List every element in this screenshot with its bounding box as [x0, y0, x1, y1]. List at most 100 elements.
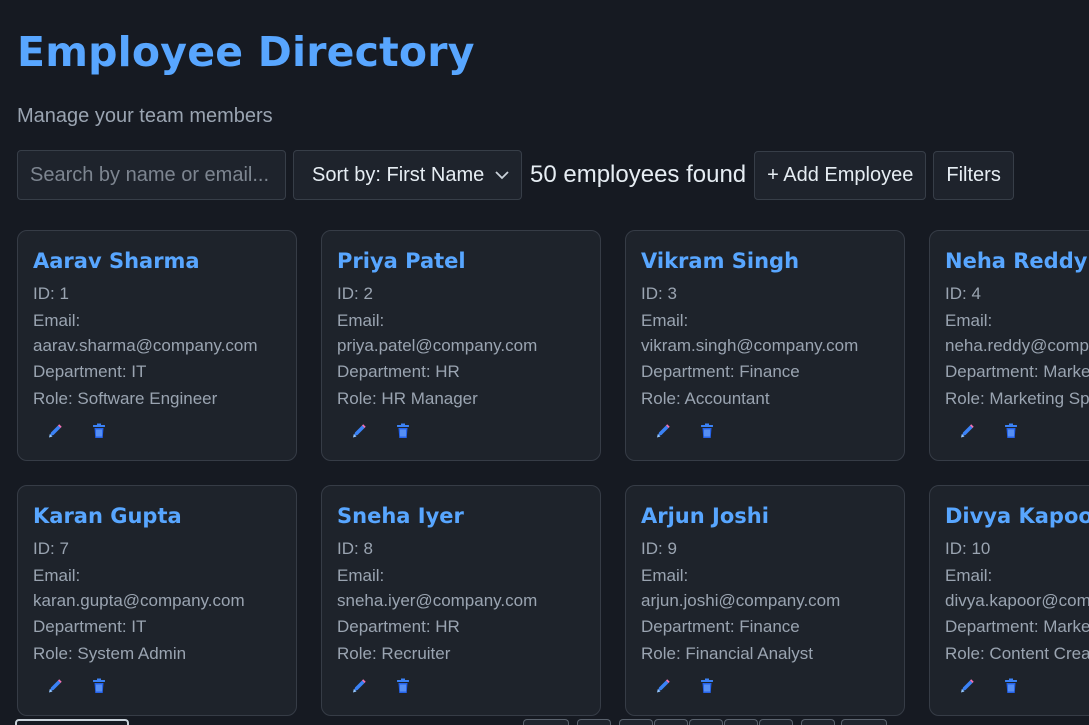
id-value: 8 — [363, 539, 373, 558]
department-value: IT — [131, 362, 147, 381]
pagination-button[interactable] — [523, 719, 569, 725]
role-label: Role: — [641, 644, 686, 663]
role-label: Role: — [33, 644, 78, 663]
employee-role: Role: Recruiter — [337, 640, 585, 667]
pagination-button[interactable] — [577, 719, 611, 725]
employee-name: Priya Patel — [337, 249, 466, 273]
card-actions — [945, 418, 1089, 448]
pagination-button[interactable] — [654, 719, 688, 725]
department-value: Finance — [739, 362, 800, 381]
add-employee-button[interactable]: + Add Employee — [754, 150, 927, 200]
pencil-icon — [47, 423, 63, 444]
card-actions — [337, 418, 585, 448]
page-subtitle: Manage your team members — [17, 105, 273, 127]
email-label: Email: — [33, 566, 81, 585]
sort-select-label: Sort by: First Name — [312, 163, 485, 186]
pagination-button[interactable] — [619, 719, 653, 725]
department-label: Department: — [33, 362, 132, 381]
employee-department: Department: Finance — [641, 358, 889, 385]
card-actions — [33, 673, 281, 703]
employee-id: ID: 8 — [337, 535, 585, 562]
role-label: Role: — [337, 644, 382, 663]
id-value: 10 — [971, 539, 991, 558]
toolbar: Sort by: First Name 50 employees found +… — [17, 150, 1014, 200]
edit-button[interactable] — [641, 418, 685, 448]
pagination-next-button[interactable] — [841, 719, 887, 725]
employee-id: ID: 3 — [641, 280, 889, 307]
employee-department: Department: Marketing — [945, 613, 1089, 640]
trash-icon — [92, 678, 106, 699]
employee-directory-page: Employee Directory Manage your team memb… — [0, 0, 1089, 725]
employee-role: Role: Software Engineer — [33, 385, 281, 412]
id-value: 3 — [667, 284, 677, 303]
edit-button[interactable] — [641, 673, 685, 703]
pagination-button[interactable] — [759, 719, 793, 725]
edit-button[interactable] — [33, 418, 77, 448]
id-value: 2 — [363, 284, 373, 303]
filters-button[interactable]: Filters — [933, 150, 1014, 200]
employee-email: aarav.sharma@company.com — [33, 336, 258, 355]
edit-button[interactable] — [945, 418, 989, 448]
email-label: Email: — [641, 566, 689, 585]
pencil-icon — [351, 678, 367, 699]
employee-email: divya.kapoor@company.com — [945, 591, 1089, 610]
department-value: Marketing — [1043, 362, 1089, 381]
pagination-button[interactable] — [801, 719, 835, 725]
role-label: Role: — [945, 644, 990, 663]
employee-name: Divya Kapoor — [945, 504, 1089, 528]
role-value: Recruiter — [381, 644, 451, 663]
email-label: Email: — [945, 566, 993, 585]
delete-button[interactable] — [381, 418, 425, 448]
employee-email: arjun.joshi@company.com — [641, 591, 841, 610]
department-label: Department: — [945, 362, 1044, 381]
employee-card: Karan Gupta ID: 7 Email: karan.gupta@compan… — [17, 485, 297, 716]
trash-icon — [1004, 423, 1018, 444]
id-value: 7 — [59, 539, 69, 558]
edit-button[interactable] — [945, 673, 989, 703]
search-input[interactable] — [17, 150, 286, 200]
trash-icon — [92, 423, 106, 444]
role-label: Role: — [337, 389, 382, 408]
employee-email: vikram.singh@company.com — [641, 336, 859, 355]
employee-id: ID: 4 — [945, 280, 1089, 307]
employee-id: ID: 2 — [337, 280, 585, 307]
delete-button[interactable] — [989, 673, 1033, 703]
trash-icon — [396, 423, 410, 444]
card-actions — [641, 673, 889, 703]
employee-department: Department: Finance — [641, 613, 889, 640]
delete-button[interactable] — [989, 418, 1033, 448]
employee-card: Priya Patel ID: 2 Email: priya.patel@compan… — [321, 230, 601, 461]
sort-select[interactable]: Sort by: First Name — [293, 150, 522, 200]
edit-button[interactable] — [337, 673, 381, 703]
edit-button[interactable] — [33, 673, 77, 703]
role-value: Content Creator — [989, 644, 1089, 663]
pagination-prev-button[interactable] — [15, 719, 129, 725]
employee-department: Department: IT — [33, 613, 281, 640]
pagination-button[interactable] — [724, 719, 758, 725]
id-label: ID: — [337, 284, 364, 303]
delete-button[interactable] — [685, 418, 729, 448]
delete-button[interactable] — [77, 418, 121, 448]
delete-button[interactable] — [685, 673, 729, 703]
employee-count: 50 employees found — [530, 161, 747, 188]
employee-role: Role: Marketing Specialist — [945, 385, 1089, 412]
delete-button[interactable] — [381, 673, 425, 703]
employee-card: Divya Kapoor ID: 10 Email: divya.kapoor@com… — [929, 485, 1089, 716]
employee-email: priya.patel@company.com — [337, 336, 538, 355]
role-value: Financial Analyst — [685, 644, 813, 663]
employee-id: ID: 1 — [33, 280, 281, 307]
delete-button[interactable] — [77, 673, 121, 703]
trash-icon — [396, 678, 410, 699]
role-value: Accountant — [684, 389, 770, 408]
department-label: Department: — [641, 617, 740, 636]
employee-card: Neha Reddy ID: 4 Email: neha.reddy@company.… — [929, 230, 1089, 461]
employee-name: Aarav Sharma — [33, 249, 200, 273]
role-value: HR Manager — [381, 389, 478, 408]
employee-card: Aarav Sharma ID: 1 Email: aarav.sharma@comp… — [17, 230, 297, 461]
department-value: HR — [435, 362, 460, 381]
edit-button[interactable] — [337, 418, 381, 448]
employee-name: Vikram Singh — [641, 249, 800, 273]
pagination-button[interactable] — [689, 719, 723, 725]
pencil-icon — [959, 678, 975, 699]
employee-id: ID: 7 — [33, 535, 281, 562]
